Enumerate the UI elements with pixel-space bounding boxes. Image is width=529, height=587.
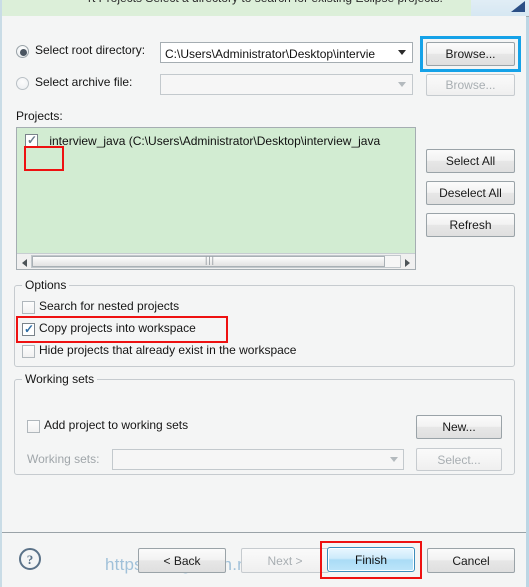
root-directory-chevron-down-icon[interactable]	[398, 50, 406, 55]
check-icon: ✓	[27, 133, 38, 147]
next-button: Next >	[241, 548, 329, 573]
label-copy-projects-into-workspace: Copy projects into workspace	[39, 321, 196, 335]
refresh-button[interactable]: Refresh	[426, 213, 515, 237]
checkbox-search-nested-projects[interactable]	[22, 301, 35, 314]
projects-listbox[interactable]: ✓ interview_java (C:\Users\Administrator…	[16, 127, 416, 270]
browse-archive-file-button: Browse...	[426, 74, 515, 96]
dialog-footer: ? https://blog.csdn.net/liusaisai1 < Bac…	[2, 533, 526, 587]
working-sets-group-title: Working sets	[22, 372, 98, 386]
project-checkbox[interactable]: ✓	[25, 134, 38, 147]
scrollbar-grip-icon: |||	[205, 255, 216, 265]
browse-root-directory-button[interactable]: Browse...	[426, 42, 515, 66]
label-add-project-to-working-sets: Add project to working sets	[44, 418, 189, 432]
checkbox-copy-projects-into-workspace[interactable]: ✓	[22, 323, 35, 336]
cancel-button[interactable]: Cancel	[427, 548, 515, 573]
wizard-header-strip: rt Projects Select a directory to search…	[2, 0, 529, 17]
archive-file-combo[interactable]	[160, 74, 413, 95]
scroll-right-arrow-icon[interactable]	[405, 259, 410, 267]
select-all-button[interactable]: Select All	[426, 149, 515, 173]
select-working-set-button: Select...	[416, 448, 502, 471]
dialog-body: Select root directory: C:\Users\Administ…	[2, 16, 526, 532]
import-projects-dialog: rt Projects Select a directory to search…	[0, 0, 529, 587]
label-select-root-directory: Select root directory:	[35, 43, 146, 57]
list-item[interactable]: ✓ interview_java (C:\Users\Administrator…	[25, 134, 380, 154]
label-hide-existing-projects: Hide projects that already exist in the …	[39, 343, 297, 357]
checkbox-add-project-to-working-sets[interactable]	[27, 420, 40, 433]
working-sets-combo	[112, 449, 404, 470]
radio-select-root-directory[interactable]	[16, 45, 29, 58]
projects-horizontal-scrollbar[interactable]: |||	[17, 253, 415, 269]
label-search-nested-projects: Search for nested projects	[39, 299, 180, 313]
root-directory-combo[interactable]: C:\Users\Administrator\Desktop\intervie	[160, 42, 413, 63]
scroll-left-arrow-icon[interactable]	[22, 259, 27, 267]
label-projects: Projects:	[16, 109, 63, 123]
deselect-all-button[interactable]: Deselect All	[426, 181, 515, 205]
working-sets-chevron-down-icon	[390, 457, 398, 462]
help-icon[interactable]: ?	[19, 548, 41, 570]
options-group-title: Options	[22, 278, 70, 292]
archive-file-chevron-down-icon[interactable]	[398, 82, 406, 87]
check-icon: ✓	[24, 322, 35, 336]
label-working-sets-field: Working sets:	[27, 452, 100, 466]
radio-select-archive-file[interactable]	[16, 77, 29, 90]
radio-selected-dot	[20, 49, 27, 56]
new-working-set-button[interactable]: New...	[416, 415, 502, 439]
project-label: interview_java (C:\Users\Administrator\D…	[49, 134, 381, 148]
wizard-banner-triangle-icon	[511, 1, 525, 12]
finish-button[interactable]: Finish	[327, 547, 415, 572]
wizard-header-clipped-text: rt Projects Select a directory to search…	[88, 0, 443, 5]
checkbox-hide-existing-projects[interactable]	[22, 345, 35, 358]
label-select-archive-file: Select archive file:	[35, 75, 133, 89]
back-button[interactable]: < Back	[138, 548, 226, 573]
